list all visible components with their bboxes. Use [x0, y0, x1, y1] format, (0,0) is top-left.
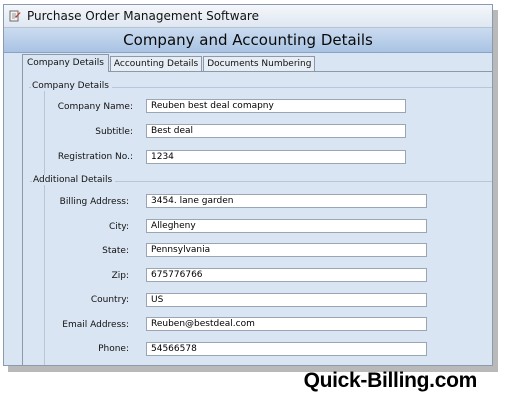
app-icon	[9, 10, 21, 21]
state-field[interactable]: Pennsylvania	[146, 243, 427, 257]
zip-label: Zip:	[111, 271, 129, 281]
app-window: Purchase Order Management Software Compa…	[3, 4, 493, 366]
brand-watermark: Quick-Billing.com	[303, 369, 478, 392]
email-address-label: Email Address:	[62, 320, 129, 330]
title-bar: Purchase Order Management Software	[4, 5, 492, 28]
company-name-field[interactable]: Reuben best deal comapny	[146, 99, 406, 113]
zip-field[interactable]: 675776766	[146, 268, 427, 282]
phone-field[interactable]: 54566578	[146, 342, 427, 356]
country-field[interactable]: US	[146, 293, 427, 307]
billing-address-field[interactable]: 3454. lane garden	[146, 194, 427, 208]
tab-documents-numbering[interactable]: Documents Numbering	[203, 56, 316, 72]
window-title: Purchase Order Management Software	[27, 9, 259, 23]
tab-accounting-details[interactable]: Accounting Details	[109, 56, 203, 72]
phone-label: Phone:	[98, 344, 129, 354]
company-details-group-label: Company Details	[31, 81, 112, 91]
subtitle-label: Subtitle:	[95, 127, 133, 137]
city-label: City:	[108, 222, 129, 232]
page-header: Company and Accounting Details	[4, 28, 492, 53]
country-label: Country:	[90, 295, 129, 305]
subtitle-field[interactable]: Best deal	[146, 124, 406, 138]
tab-company-details[interactable]: Company Details	[22, 54, 109, 72]
state-label: State:	[102, 246, 129, 256]
tab-bar: Company Details Accounting Details Docum…	[22, 54, 316, 72]
registration-no-field[interactable]: 1234	[146, 150, 406, 164]
additional-details-group: Additional Details	[30, 175, 492, 185]
billing-address-label: Billing Address:	[59, 197, 129, 207]
company-details-group: Company Details	[29, 81, 492, 91]
additional-details-group-label: Additional Details	[32, 175, 116, 185]
city-field[interactable]: Allegheny	[146, 219, 427, 233]
registration-no-label: Registration No.:	[57, 152, 133, 162]
company-name-label: Company Name:	[57, 102, 133, 112]
email-address-field[interactable]: Reuben@bestdeal.com	[146, 317, 427, 331]
